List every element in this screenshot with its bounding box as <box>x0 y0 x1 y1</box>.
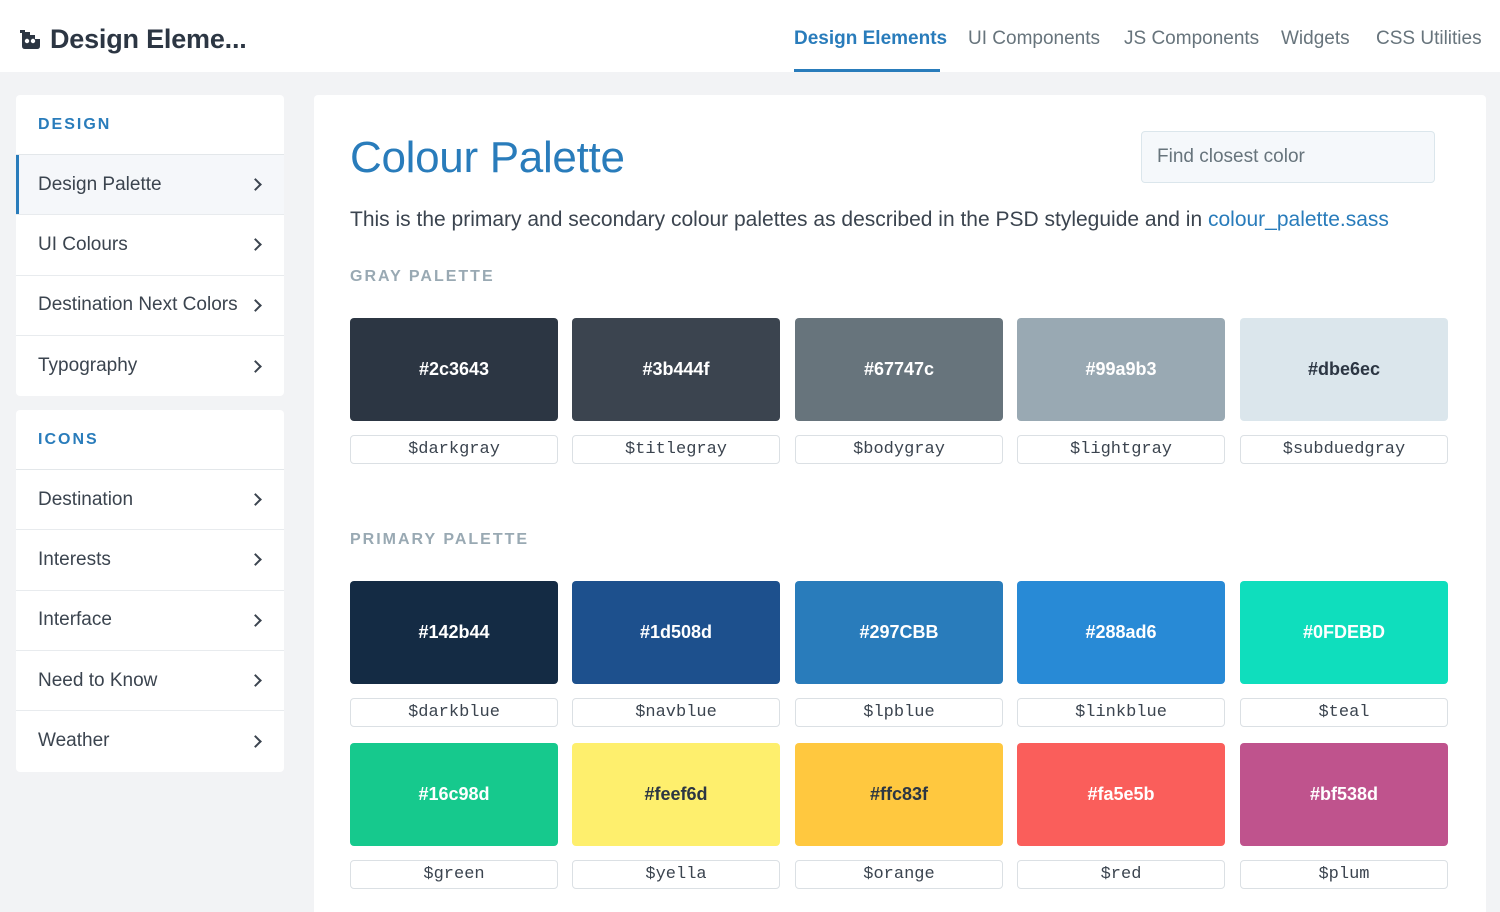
app-title: Design Eleme... <box>50 23 247 54</box>
sidebar-item-typography[interactable]: Typography <box>16 336 284 396</box>
sidebar-heading-icons: ICONS <box>16 410 284 470</box>
primary-palette-heading: PRIMARY PALETTE <box>350 531 530 548</box>
swatch-bodygray[interactable]: #67747c <box>795 318 1003 421</box>
swatch-teal[interactable]: #0FDEBD <box>1240 581 1448 684</box>
variable-red[interactable]: $red <box>1017 860 1225 889</box>
chevron-right-icon <box>249 493 262 507</box>
variable-subduedgray[interactable]: $subduedgray <box>1240 435 1448 464</box>
swatch-hex: #1d508d <box>639 622 713 642</box>
sidebar-item-label: Weather <box>38 730 110 752</box>
sidebar-item-label: UI Colours <box>38 233 128 255</box>
nav-widgets[interactable]: Widgets <box>1281 28 1350 50</box>
chevron-right-icon <box>249 359 262 373</box>
variable-lightgray[interactable]: $lightgray <box>1017 435 1225 464</box>
sidebar-heading-design: DESIGN <box>16 95 284 155</box>
swatch-hex: #bf538d <box>1309 784 1379 804</box>
variable-plum[interactable]: $plum <box>1240 860 1448 889</box>
swatch-hex: #ffc83f <box>869 784 929 804</box>
swatch-titlegray[interactable]: #3b444f <box>572 318 780 421</box>
swatch-subduedgray[interactable]: #dbe6ec <box>1240 318 1448 421</box>
intro-text: This is the primary and secondary colour… <box>350 208 1389 232</box>
swatch-hex: #99a9b3 <box>1085 359 1157 379</box>
nav-js-components[interactable]: JS Components <box>1124 28 1259 50</box>
chevron-right-icon <box>249 674 262 687</box>
variable-teal[interactable]: $teal <box>1240 698 1448 727</box>
variable-darkgray[interactable]: $darkgray <box>350 435 558 464</box>
sidebar-item-destination[interactable]: Destination <box>16 470 284 531</box>
nav-ui-components[interactable]: UI Components <box>968 28 1100 50</box>
swatch-lpblue[interactable]: #297CBB <box>795 581 1003 684</box>
sidebar-item-label: Design Palette <box>38 173 162 195</box>
swatch-plum[interactable]: #bf538d <box>1240 743 1448 846</box>
variable-titlegray[interactable]: $titlegray <box>572 435 780 464</box>
sidebar-item-interface[interactable]: Interface <box>16 591 284 651</box>
chevron-right-icon <box>249 734 262 748</box>
sidebar-item-label: Destination Next Colors <box>38 294 238 316</box>
sidebar-item-label: Interface <box>38 609 112 631</box>
swatch-hex: #feef6d <box>644 784 708 804</box>
swatch-red[interactable]: #fa5e5b <box>1017 743 1225 846</box>
swatch-navblue[interactable]: #1d508d <box>572 581 780 684</box>
sidebar-item-label: Need to Know <box>38 669 158 691</box>
swatch-hex: #16c98d <box>418 784 490 804</box>
sidebar-design-section: DESIGN Design Palette UI Colours Destina… <box>16 95 284 396</box>
swatch-darkgray[interactable]: #2c3643 <box>350 318 558 421</box>
swatch-hex: #0FDEBD <box>1302 622 1386 642</box>
nav-design-elements[interactable]: Design Elements <box>794 28 947 50</box>
sidebar-divider <box>47 396 57 410</box>
sidebar-item-label: Destination <box>38 488 134 510</box>
swatch-hex: #67747c <box>863 359 935 379</box>
swatch-hex: #288ad6 <box>1085 622 1157 642</box>
variable-orange[interactable]: $orange <box>795 860 1003 889</box>
main-content-panel: Colour Palette This is the primary and s… <box>314 95 1486 912</box>
variable-green[interactable]: $green <box>350 860 558 889</box>
sidebar-item-design-palette[interactable]: Design Palette <box>16 155 284 216</box>
logo-icon <box>20 30 40 49</box>
nav-css-utilities[interactable]: CSS Utilities <box>1376 28 1482 50</box>
swatch-hex: #142b44 <box>418 622 490 642</box>
variable-yella[interactable]: $yella <box>572 860 780 889</box>
sidebar-item-label: Typography <box>38 355 138 377</box>
sidebar-item-interests[interactable]: Interests <box>16 530 284 591</box>
page-title: Colour Palette <box>350 133 625 182</box>
brand[interactable]: Design Eleme... <box>18 22 247 56</box>
variable-navblue[interactable]: $navblue <box>572 698 780 727</box>
swatch-linkblue[interactable]: #288ad6 <box>1017 581 1225 684</box>
chevron-right-icon <box>249 178 262 192</box>
chevron-right-icon <box>249 553 262 567</box>
sidebar-item-label: Interests <box>38 548 111 570</box>
top-navigation-bar: Design Eleme... Design Elements UI Compo… <box>0 0 1500 72</box>
swatch-green[interactable]: #16c98d <box>350 743 558 846</box>
active-tab-indicator <box>794 69 940 72</box>
sidebar-item-ui-colours[interactable]: UI Colours <box>16 215 284 276</box>
variable-linkblue[interactable]: $linkblue <box>1017 698 1225 727</box>
sidebar-icons-section: ICONS Destination Interests Interface Ne… <box>16 410 284 772</box>
swatch-hex: #dbe6ec <box>1307 359 1381 379</box>
sidebar-item-destination-next-colors[interactable]: Destination Next Colors <box>16 276 284 336</box>
variable-bodygray[interactable]: $bodygray <box>795 435 1003 464</box>
find-color-input[interactable] <box>1141 131 1435 183</box>
sidebar-item-need-to-know[interactable]: Need to Know <box>16 651 284 712</box>
swatch-hex: #3b444f <box>642 359 710 379</box>
swatch-yella[interactable]: #feef6d <box>572 743 780 846</box>
swatch-darkblue[interactable]: #142b44 <box>350 581 558 684</box>
chevron-right-icon <box>249 613 262 627</box>
sidebar-item-weather[interactable]: Weather <box>16 711 284 771</box>
swatch-orange[interactable]: #ffc83f <box>795 743 1003 846</box>
swatch-hex: #2c3643 <box>418 359 490 379</box>
gray-palette-heading: GRAY PALETTE <box>350 268 495 285</box>
swatch-hex: #fa5e5b <box>1087 784 1155 804</box>
swatch-hex: #297CBB <box>859 622 939 642</box>
intro-body: This is the primary and secondary colour… <box>350 208 1208 231</box>
chevron-right-icon <box>249 298 262 312</box>
palette-source-link[interactable]: colour_palette.sass <box>1208 208 1389 231</box>
swatch-lightgray[interactable]: #99a9b3 <box>1017 318 1225 421</box>
variable-darkblue[interactable]: $darkblue <box>350 698 558 727</box>
chevron-right-icon <box>249 238 262 252</box>
variable-lpblue[interactable]: $lpblue <box>795 698 1003 727</box>
